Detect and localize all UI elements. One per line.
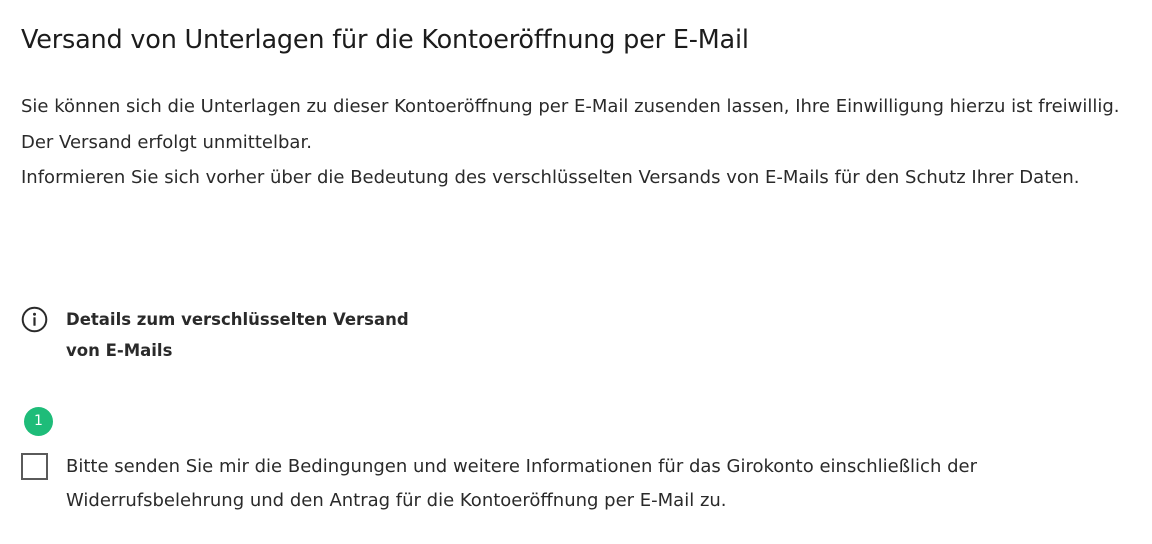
email-consent-label[interactable]: Bitte senden Sie mir die Bedingungen und… xyxy=(66,450,1116,518)
intro-paragraph-1: Sie können sich die Unterlagen zu dieser… xyxy=(21,96,1120,153)
email-consent-checkbox[interactable] xyxy=(21,453,48,480)
step-number-badge: 1 xyxy=(24,407,53,436)
page-title: Versand von Unterlagen für die Kontoeröf… xyxy=(21,25,749,55)
encryption-details-link[interactable]: Details zum verschlüsselten Versand von … xyxy=(21,305,426,366)
intro-text: Sie können sich die Unterlagen zu dieser… xyxy=(21,89,1131,196)
info-icon xyxy=(21,306,48,333)
encryption-details-label: Details zum verschlüsselten Versand von … xyxy=(66,310,409,360)
intro-paragraph-2: Informieren Sie sich vorher über die Bed… xyxy=(21,167,1080,188)
email-consent-row: Bitte senden Sie mir die Bedingungen und… xyxy=(21,450,1116,518)
